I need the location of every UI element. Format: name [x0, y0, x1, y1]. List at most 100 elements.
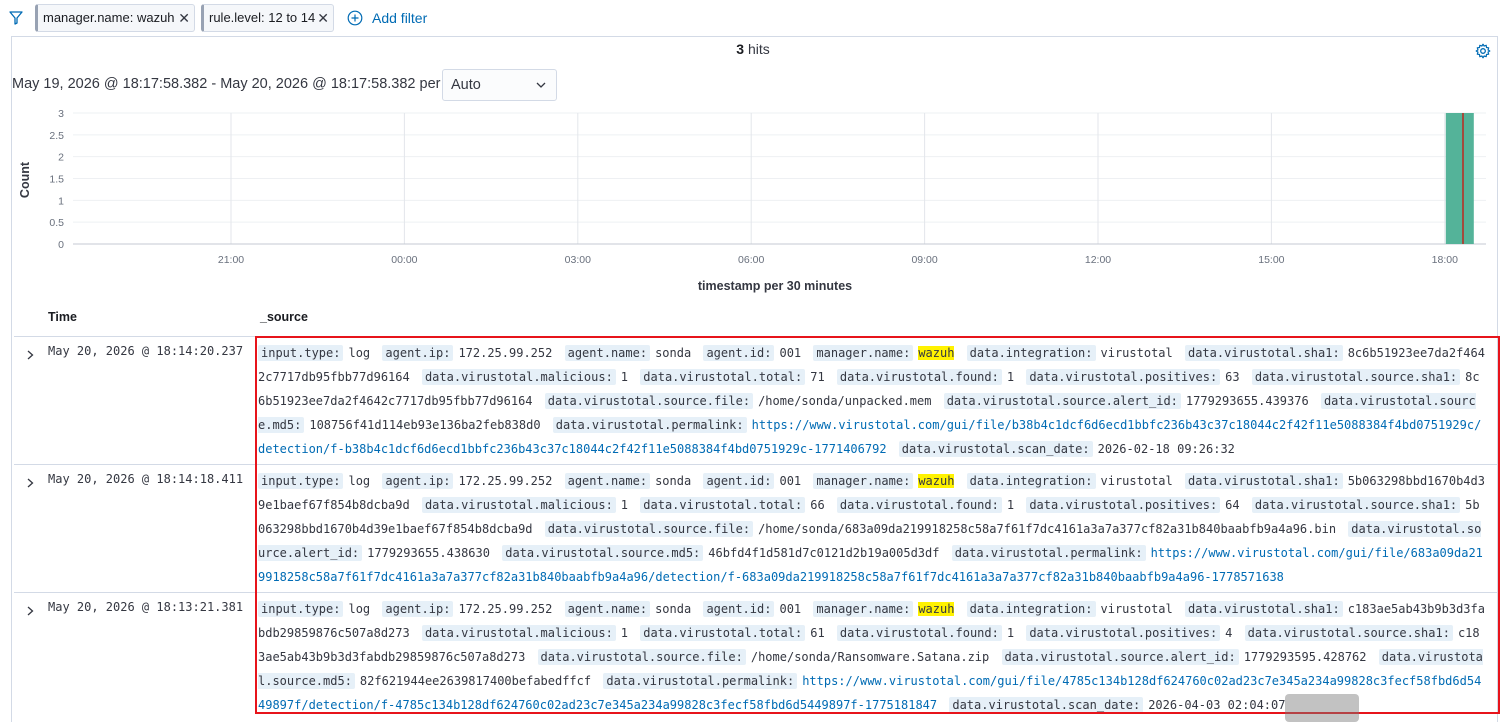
field-key: data.integration: — [966, 601, 1096, 617]
interval-select[interactable]: Auto — [442, 69, 557, 101]
x-tick-label: 03:00 — [565, 254, 591, 266]
field-key: data.virustotal.permalink: — [552, 417, 747, 433]
field-key: data.virustotal.permalink: — [603, 673, 798, 689]
field-key: input.type: — [258, 601, 344, 617]
expand-row-icon[interactable] — [24, 349, 36, 361]
table-row[interactable]: May 20, 2026 @ 18:13:21.381 input.type: lo… — [14, 592, 1498, 722]
field-key: input.type: — [258, 473, 344, 489]
interval-selected: Auto — [451, 77, 481, 93]
scrollbar-thumb[interactable] — [1285, 694, 1359, 722]
field-value: 4 — [1225, 626, 1233, 640]
filter-pill-label: rule.level: 12 to 14 — [209, 10, 316, 25]
field-value: sonda — [655, 602, 692, 616]
field-value: 1779293655.439376 — [1185, 394, 1309, 408]
expand-row-icon[interactable] — [24, 477, 36, 489]
field-value: virustotal — [1100, 474, 1173, 488]
field-key: agent.name: — [564, 345, 651, 361]
field-value: 001 — [779, 474, 802, 488]
filter-icon[interactable] — [9, 11, 23, 25]
field-key: data.virustotal.source.file: — [544, 521, 754, 537]
y-tick-label: 0 — [58, 239, 64, 251]
remove-filter-icon[interactable]: ✕ — [317, 5, 329, 31]
field-value: 1 — [620, 370, 629, 384]
chevron-down-icon — [536, 82, 546, 88]
field-value: 64 — [1225, 498, 1240, 512]
field-key: agent.ip: — [382, 473, 454, 489]
field-key: data.integration: — [966, 473, 1096, 489]
field-key: data.virustotal.sha1: — [1184, 345, 1343, 361]
plus-circle-icon — [347, 10, 363, 26]
field-key: agent.name: — [564, 601, 651, 617]
field-key: data.virustotal.sha1: — [1184, 601, 1343, 617]
field-value: 1 — [620, 626, 629, 640]
field-key: data.virustotal.malicious: — [421, 497, 616, 513]
x-tick-label: 09:00 — [911, 254, 937, 266]
field-key: agent.id: — [703, 601, 775, 617]
field-key: data.virustotal.total: — [640, 369, 806, 385]
gear-icon[interactable] — [1475, 43, 1491, 59]
column-header-time[interactable]: Time — [48, 310, 77, 324]
filter-pill-manager-name[interactable]: manager.name: wazuh ✕ — [35, 4, 195, 32]
y-tick-label: 3 — [58, 108, 64, 120]
table-row[interactable]: May 20, 2026 @ 18:14:18.411 input.type: lo… — [14, 464, 1498, 592]
field-key: data.virustotal.positives: — [1026, 497, 1221, 513]
expand-row-icon[interactable] — [24, 605, 36, 617]
histogram-chart[interactable]: 0 0.5 1 1.5 2 2.5 3 21:00 00:00 03:00 06:00 09:00 12… — [0, 100, 1506, 300]
field-value: log — [348, 346, 371, 360]
field-value: virustotal — [1100, 346, 1173, 360]
x-axis-title: timestamp per 30 minutes — [698, 279, 852, 293]
field-value: 108756f41d114eb93e136ba2feb838d0 — [309, 418, 541, 432]
filter-pill-rule-level[interactable]: rule.level: 12 to 14 ✕ — [201, 4, 334, 32]
hits-label: hits — [747, 41, 770, 57]
row-time: May 20, 2026 @ 18:14:20.237 — [48, 344, 244, 358]
field-value: 001 — [779, 602, 802, 616]
field-value: 001 — [779, 346, 802, 360]
field-key: data.virustotal.total: — [640, 625, 806, 641]
field-key: data.virustotal.source.file: — [537, 649, 746, 665]
remove-filter-icon[interactable]: ✕ — [178, 5, 190, 31]
x-tick-label: 21:00 — [218, 254, 244, 266]
field-key: manager.name: — [813, 473, 914, 489]
y-tick-label: 0.5 — [49, 217, 64, 229]
field-key: data.virustotal.source.file: — [544, 393, 754, 409]
y-tick-label: 2 — [58, 152, 64, 164]
field-key: data.virustotal.malicious: — [421, 625, 616, 641]
field-key: manager.name: — [813, 601, 914, 617]
field-key: data.virustotal.malicious: — [421, 369, 616, 385]
field-key: data.virustotal.scan_date: — [949, 697, 1144, 713]
field-value: 1779293655.438630 — [367, 546, 490, 560]
field-value: 2026-02-18 09:26:32 — [1097, 442, 1235, 456]
field-key: data.virustotal.scan_date: — [898, 441, 1093, 457]
field-key: data.virustotal.found: — [836, 625, 1002, 641]
y-tick-label: 1 — [58, 195, 64, 207]
field-value: 2026-04-03 02:04:07 — [1148, 698, 1286, 712]
field-value: wazuh — [918, 346, 955, 360]
field-value: 71 — [810, 370, 825, 384]
field-value: /home/sonda/683a09da219918258c58a7f61f7d… — [758, 522, 1337, 536]
field-value: wazuh — [918, 474, 955, 488]
table-row[interactable]: May 20, 2026 @ 18:14:20.237 input.type: lo… — [14, 336, 1498, 464]
x-tick-label: 15:00 — [1258, 254, 1284, 266]
y-tick-label: 2.5 — [49, 130, 64, 142]
add-filter-label: Add filter — [372, 10, 428, 26]
field-value: sonda — [655, 474, 692, 488]
field-value: 46bfd4f1d581d7c0121d2b19a005d3df — [708, 546, 940, 560]
filter-pill-label: manager.name: wazuh — [43, 10, 175, 25]
field-key: data.virustotal.found: — [836, 369, 1002, 385]
field-key: data.virustotal.source.sha1: — [1251, 369, 1461, 385]
field-key: agent.id: — [703, 473, 775, 489]
field-key: agent.ip: — [382, 345, 454, 361]
x-tick-label: 06:00 — [738, 254, 764, 266]
column-header-source[interactable]: _source — [260, 310, 308, 324]
field-key: data.virustotal.positives: — [1026, 625, 1221, 641]
field-key: data.virustotal.source.sha1: — [1251, 497, 1461, 513]
field-key: data.virustotal.source.alert_id: — [1001, 649, 1239, 665]
field-value: log — [348, 474, 371, 488]
field-value: 1 — [620, 498, 629, 512]
field-value: 82f621944ee2639817400befabedffcf — [359, 674, 592, 688]
hits-number: 3 — [736, 41, 745, 57]
field-key: input.type: — [258, 345, 344, 361]
field-value: 1779293595.428762 — [1243, 650, 1367, 664]
histogram-bar — [1445, 113, 1474, 244]
hits-count: 3 hits — [0, 41, 1506, 57]
